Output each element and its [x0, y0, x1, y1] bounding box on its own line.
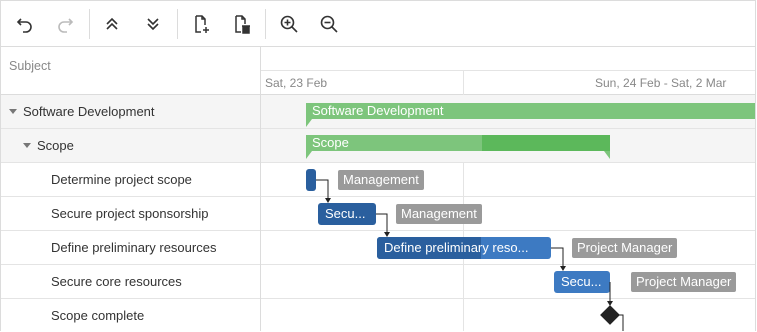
dependency-link: [316, 179, 329, 199]
add-task-button[interactable]: [187, 10, 215, 38]
delete-task-button[interactable]: [227, 10, 255, 38]
dependency-arrow: [384, 232, 390, 237]
tree-row-label: Software Development: [23, 104, 155, 119]
add-document-icon: [195, 15, 209, 33]
dependency-arrow: [325, 198, 331, 203]
tree-row[interactable]: Determine project scope: [1, 163, 260, 197]
delete-document-icon: [235, 15, 250, 34]
zoom-in-button[interactable]: [275, 10, 303, 38]
zoom-out-button[interactable]: [315, 10, 343, 38]
tree-row-label: Scope complete: [51, 308, 145, 323]
tree-row-label: Determine project scope: [51, 172, 192, 187]
tree-row[interactable]: Secure core resources: [1, 265, 260, 299]
dependency-link: [617, 314, 624, 331]
task-tree: Subject Software Development Scope Deter…: [1, 47, 261, 331]
tree-row-label: Define preliminary resources: [51, 240, 217, 255]
tree-row[interactable]: Software Development: [1, 95, 260, 129]
dependency-link: [551, 247, 564, 267]
undo-button[interactable]: [11, 10, 39, 38]
move-down-button[interactable]: [139, 10, 167, 38]
tree-row[interactable]: Secure project sponsorship: [1, 197, 260, 231]
gantt-widget: Subject Software Development Scope Deter…: [0, 0, 756, 331]
tree-row-label: Secure project sponsorship: [51, 206, 209, 221]
toolbar-separator: [265, 9, 266, 39]
tree-row-label: Secure core resources: [51, 274, 182, 289]
double-chevron-down-icon: [147, 18, 159, 31]
redo-button[interactable]: [51, 10, 79, 38]
subject-column-header[interactable]: Subject: [9, 59, 51, 73]
dependency-lines: [316, 179, 624, 331]
dependency-arrow: [607, 301, 613, 306]
double-chevron-up-icon: [106, 17, 118, 30]
toolbar-separator: [89, 9, 90, 39]
tree-row[interactable]: Scope: [1, 129, 260, 163]
undo-icon: [16, 18, 32, 33]
redo-icon: [58, 18, 74, 33]
gantt-chart-area: Sat, 23 Feb Sun, 24 Feb - Sat, 2 Mar Sof…: [261, 47, 755, 331]
dependency-arrow: [560, 266, 566, 271]
collapse-icon[interactable]: [23, 143, 31, 148]
zoom-out-icon: [320, 15, 338, 33]
zoom-in-icon: [280, 15, 298, 33]
collapse-icon[interactable]: [9, 109, 17, 114]
tree-header: Subject: [1, 47, 260, 95]
move-up-button[interactable]: [98, 10, 126, 38]
tree-row-label: Scope: [37, 138, 74, 153]
toolbar: [1, 1, 755, 47]
dependency-link: [376, 213, 388, 233]
toolbar-separator: [177, 9, 178, 39]
tree-row[interactable]: Scope complete: [1, 299, 260, 331]
tree-row[interactable]: Define preliminary resources: [1, 231, 260, 265]
